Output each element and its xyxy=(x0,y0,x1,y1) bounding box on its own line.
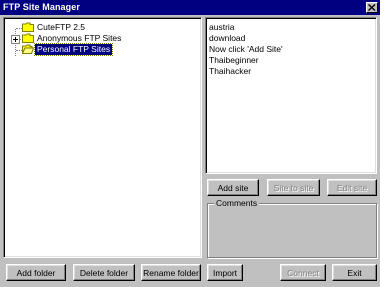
connect-button[interactable]: Connect xyxy=(280,264,326,281)
list-item[interactable]: austria xyxy=(209,22,235,33)
close-icon xyxy=(368,4,376,11)
rename-folder-button[interactable]: Rename folder xyxy=(141,264,201,281)
site-to-site-button[interactable]: Site to site xyxy=(267,179,320,196)
close-button[interactable] xyxy=(366,2,378,13)
folder-tree[interactable]: CuteFTP 2.5 Anonymous FTP Sites Personal… xyxy=(3,17,202,258)
window-title: FTP Site Manager xyxy=(3,2,80,12)
tree-item-label: CuteFTP 2.5 xyxy=(37,22,86,32)
folder-icon xyxy=(22,22,34,32)
add-site-button[interactable]: Add site xyxy=(207,179,259,196)
ftp-site-manager-window: FTP Site Manager CuteFTP 2.5 Anonymous F… xyxy=(0,0,380,287)
list-item[interactable]: Now click 'Add Site' xyxy=(209,44,283,55)
site-list[interactable]: austria download Now click 'Add Site' Th… xyxy=(205,17,377,174)
open-folder-icon xyxy=(22,44,34,54)
list-item[interactable]: Thaibeginner xyxy=(209,55,259,66)
add-folder-button[interactable]: Add folder xyxy=(6,264,66,281)
comments-label: Comments xyxy=(214,198,260,208)
folder-icon xyxy=(22,33,34,43)
tree-item-label: Anonymous FTP Sites xyxy=(37,33,122,43)
exit-button[interactable]: Exit xyxy=(332,264,377,281)
expand-icon[interactable] xyxy=(11,35,20,44)
tree-item-label: Personal FTP Sites xyxy=(33,43,114,56)
comments-group[interactable]: Comments xyxy=(207,198,377,258)
title-bar[interactable]: FTP Site Manager xyxy=(0,0,380,15)
list-item[interactable]: download xyxy=(209,33,245,44)
import-button[interactable]: Import xyxy=(207,264,243,281)
delete-folder-button[interactable]: Delete folder xyxy=(73,264,135,281)
edit-site-button[interactable]: Edit site xyxy=(327,179,377,196)
list-item[interactable]: Thaihacker xyxy=(209,66,251,77)
